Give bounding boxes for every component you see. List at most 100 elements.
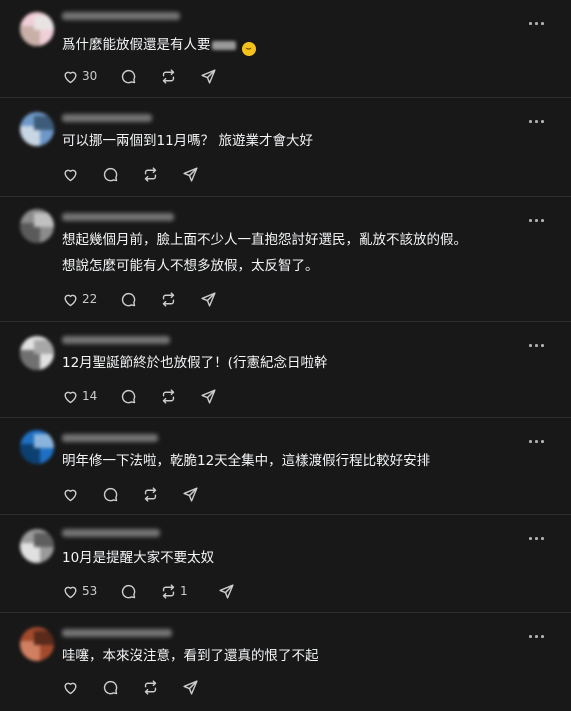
like-count: 22 xyxy=(82,292,98,306)
username-redacted[interactable] xyxy=(62,629,172,637)
send-icon xyxy=(200,291,217,308)
repost-button[interactable] xyxy=(160,386,200,406)
username-redacted[interactable] xyxy=(62,529,160,537)
post-text-content: 哇噻，本來沒注意，看到了還真的恨了不起 xyxy=(62,648,319,664)
like-button[interactable]: 22 xyxy=(62,289,120,309)
like-button[interactable]: 30 xyxy=(62,66,120,86)
username-redacted[interactable] xyxy=(62,12,180,20)
action-bar xyxy=(62,484,222,504)
more-icon[interactable] xyxy=(529,20,547,26)
post-text: 爲什麼能放假還是有人要 ⌣ xyxy=(62,36,256,56)
reply-post: 想起幾個月前，臉上面不少人一直抱怨討好選民，亂放不該放的假。 想說怎麼可能有人不想… xyxy=(0,197,571,322)
repost-button[interactable] xyxy=(142,484,182,504)
send-icon xyxy=(218,583,235,600)
avatar[interactable] xyxy=(20,336,54,370)
username-redacted[interactable] xyxy=(62,336,170,344)
reply-feed: 爲什麼能放假還是有人要 ⌣ 30 可以挪一兩個到11月嗎？ 旅遊業才會大好想起幾個月前… xyxy=(0,0,571,711)
comment-bubble-icon xyxy=(120,388,137,405)
send-icon xyxy=(182,679,199,696)
action-bar xyxy=(62,677,222,697)
like-button[interactable]: 14 xyxy=(62,386,120,406)
more-icon[interactable] xyxy=(529,118,547,124)
avatar[interactable] xyxy=(20,627,54,661)
more-icon[interactable] xyxy=(529,217,547,223)
like-button[interactable] xyxy=(62,164,102,184)
heart-icon xyxy=(62,166,79,183)
repost-button[interactable] xyxy=(142,164,182,184)
avatar[interactable] xyxy=(20,529,54,563)
post-text-content: 想起幾個月前，臉上面不少人一直抱怨討好選民，亂放不該放的假。 xyxy=(62,232,467,248)
send-icon xyxy=(200,68,217,85)
reply-post: 哇噻，本來沒注意，看到了還真的恨了不起 xyxy=(0,613,571,711)
repost-button[interactable] xyxy=(142,677,182,697)
reply-button[interactable] xyxy=(102,677,142,697)
action-bar xyxy=(62,164,222,184)
post-text: 可以挪一兩個到11月嗎？ 旅遊業才會大好 xyxy=(62,132,313,150)
comment-bubble-icon xyxy=(102,679,119,696)
post-text-content: 明年修一下法啦，乾脆12天全集中，這樣渡假行程比較好安排 xyxy=(62,453,431,469)
repost-icon xyxy=(160,68,177,85)
repost-icon xyxy=(160,388,177,405)
repost-icon xyxy=(142,486,159,503)
heart-icon xyxy=(62,583,79,600)
repost-button[interactable]: 1 xyxy=(160,581,218,601)
share-button[interactable] xyxy=(182,164,222,184)
comment-bubble-icon xyxy=(102,166,119,183)
like-button[interactable]: 53 xyxy=(62,581,120,601)
post-text-content: 想說怎麼可能有人不想多放假，太反智了。 xyxy=(62,258,319,274)
like-button[interactable] xyxy=(62,484,102,504)
comment-bubble-icon xyxy=(120,291,137,308)
comment-bubble-icon xyxy=(102,486,119,503)
heart-icon xyxy=(62,679,79,696)
more-icon[interactable] xyxy=(529,342,547,348)
post-text: 想起幾個月前，臉上面不少人一直抱怨討好選民，亂放不該放的假。 xyxy=(62,231,467,249)
share-button[interactable] xyxy=(200,386,240,406)
post-text-content: 10月是提醒大家不要太奴 xyxy=(62,550,215,566)
reply-button[interactable] xyxy=(120,581,160,601)
repost-icon xyxy=(142,166,159,183)
share-button[interactable] xyxy=(218,581,258,601)
heart-icon xyxy=(62,486,79,503)
share-button[interactable] xyxy=(182,484,222,504)
reply-post: 明年修一下法啦，乾脆12天全集中，這樣渡假行程比較好安排 xyxy=(0,418,571,515)
reply-button[interactable] xyxy=(102,484,142,504)
share-button[interactable] xyxy=(182,677,222,697)
heart-icon xyxy=(62,388,79,405)
avatar[interactable] xyxy=(20,209,54,243)
avatar[interactable] xyxy=(20,430,54,464)
repost-icon xyxy=(160,583,177,600)
send-icon xyxy=(182,486,199,503)
username-redacted[interactable] xyxy=(62,114,152,122)
username-redacted[interactable] xyxy=(62,434,158,442)
avatar[interactable] xyxy=(20,12,54,46)
post-text: 10月是提醒大家不要太奴 xyxy=(62,549,214,567)
username-redacted[interactable] xyxy=(62,213,174,221)
comment-bubble-icon xyxy=(120,68,137,85)
like-button[interactable] xyxy=(62,677,102,697)
post-text-content: 12月聖誕節終於也放假了！(行憲紀念日啦幹 xyxy=(62,355,328,371)
like-count: 30 xyxy=(82,69,98,83)
more-icon[interactable] xyxy=(529,438,547,444)
reply-button[interactable] xyxy=(120,66,160,86)
reply-post: 爲什麼能放假還是有人要 ⌣ 30 xyxy=(0,0,571,98)
more-icon[interactable] xyxy=(529,535,547,541)
share-button[interactable] xyxy=(200,289,240,309)
repost-button[interactable] xyxy=(160,66,200,86)
share-button[interactable] xyxy=(200,66,240,86)
heart-icon xyxy=(62,291,79,308)
action-bar: 14 xyxy=(62,386,240,406)
action-bar: 22 xyxy=(62,289,240,309)
repost-icon xyxy=(160,291,177,308)
more-icon[interactable] xyxy=(529,633,547,639)
repost-icon xyxy=(142,679,159,696)
post-text-line-2: 想說怎麼可能有人不想多放假，太反智了。 xyxy=(62,257,319,275)
repost-button[interactable] xyxy=(160,289,200,309)
send-icon xyxy=(200,388,217,405)
reply-post: 可以挪一兩個到11月嗎？ 旅遊業才會大好 xyxy=(0,98,571,197)
repost-count: 1 xyxy=(180,584,188,598)
action-bar: 30 xyxy=(62,66,240,86)
reply-button[interactable] xyxy=(120,289,160,309)
avatar[interactable] xyxy=(20,112,54,146)
reply-button[interactable] xyxy=(120,386,160,406)
reply-button[interactable] xyxy=(102,164,142,184)
